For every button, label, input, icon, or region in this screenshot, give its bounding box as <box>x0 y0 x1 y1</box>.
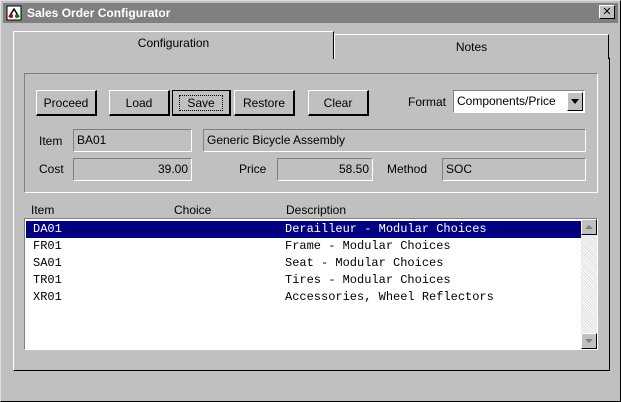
window-title: Sales Order Configurator <box>27 6 171 20</box>
tab-notes-label: Notes <box>455 40 488 54</box>
list-item-code: TR01 <box>33 273 62 287</box>
tab-configuration[interactable]: Configuration <box>13 31 334 59</box>
proceed-button[interactable]: Proceed <box>36 90 97 116</box>
list-item-code: XR01 <box>33 290 62 304</box>
list-item[interactable]: TR01 Tires - Modular Choices <box>26 272 581 289</box>
cost-field[interactable]: 39.00 <box>73 158 192 181</box>
format-select[interactable]: Components/Price <box>453 90 585 113</box>
list-item-description: Seat - Modular Choices <box>285 256 444 270</box>
column-header-item[interactable]: Item <box>31 203 54 217</box>
restore-button[interactable]: Restore <box>234 90 295 116</box>
tab-notes[interactable]: Notes <box>334 34 609 59</box>
title-bar[interactable]: Sales Order Configurator ✕ <box>3 3 618 23</box>
list-item-code: DA01 <box>33 222 62 236</box>
load-button[interactable]: Load <box>109 90 170 116</box>
cost-label: Cost <box>39 162 64 176</box>
list-item-description: Frame - Modular Choices <box>285 239 451 253</box>
list-item[interactable]: SA01 Seat - Modular Choices <box>26 255 581 272</box>
method-field[interactable]: SOC <box>442 158 586 181</box>
tab-configuration-label: Configuration <box>137 36 210 50</box>
list-scrollbar[interactable] <box>581 219 597 349</box>
list-item-description: Derailleur - Modular Choices <box>285 222 487 236</box>
list-item-code: FR01 <box>33 239 62 253</box>
item-label: Item <box>39 134 63 148</box>
column-header-choice[interactable]: Choice <box>174 203 211 217</box>
clear-button[interactable]: Clear <box>308 90 369 116</box>
column-header-description[interactable]: Description <box>286 203 346 217</box>
components-list[interactable]: DA01 Derailleur - Modular Choices FR01 F… <box>24 218 598 350</box>
list-item-code: SA01 <box>33 256 62 270</box>
list-item-description: Accessories, Wheel Reflectors <box>285 290 494 304</box>
list-item-description: Tires - Modular Choices <box>285 273 451 287</box>
save-button-label: Save <box>179 94 223 111</box>
list-item[interactable]: DA01 Derailleur - Modular Choices <box>26 221 581 238</box>
price-label: Price <box>239 162 267 176</box>
list-item[interactable]: FR01 Frame - Modular Choices <box>26 238 581 255</box>
method-label: Method <box>387 162 428 176</box>
scroll-up-icon[interactable] <box>581 219 597 235</box>
scroll-down-icon[interactable] <box>581 333 597 349</box>
item-description-field[interactable]: Generic Bicycle Assembly <box>203 129 586 152</box>
list-item[interactable]: XR01 Accessories, Wheel Reflectors <box>26 289 581 306</box>
format-select-value: Components/Price <box>457 94 556 108</box>
app-icon <box>6 5 22 21</box>
sales-order-configurator-window: Sales Order Configurator ✕ Configuration… <box>0 0 621 402</box>
format-label: Format <box>408 95 447 109</box>
price-field[interactable]: 58.50 <box>277 158 373 181</box>
close-button[interactable]: ✕ <box>599 5 615 19</box>
item-code-field[interactable]: BA01 <box>73 129 192 152</box>
chevron-down-icon[interactable] <box>567 92 583 111</box>
close-icon: ✕ <box>602 6 612 18</box>
save-button[interactable]: Save <box>172 90 231 116</box>
